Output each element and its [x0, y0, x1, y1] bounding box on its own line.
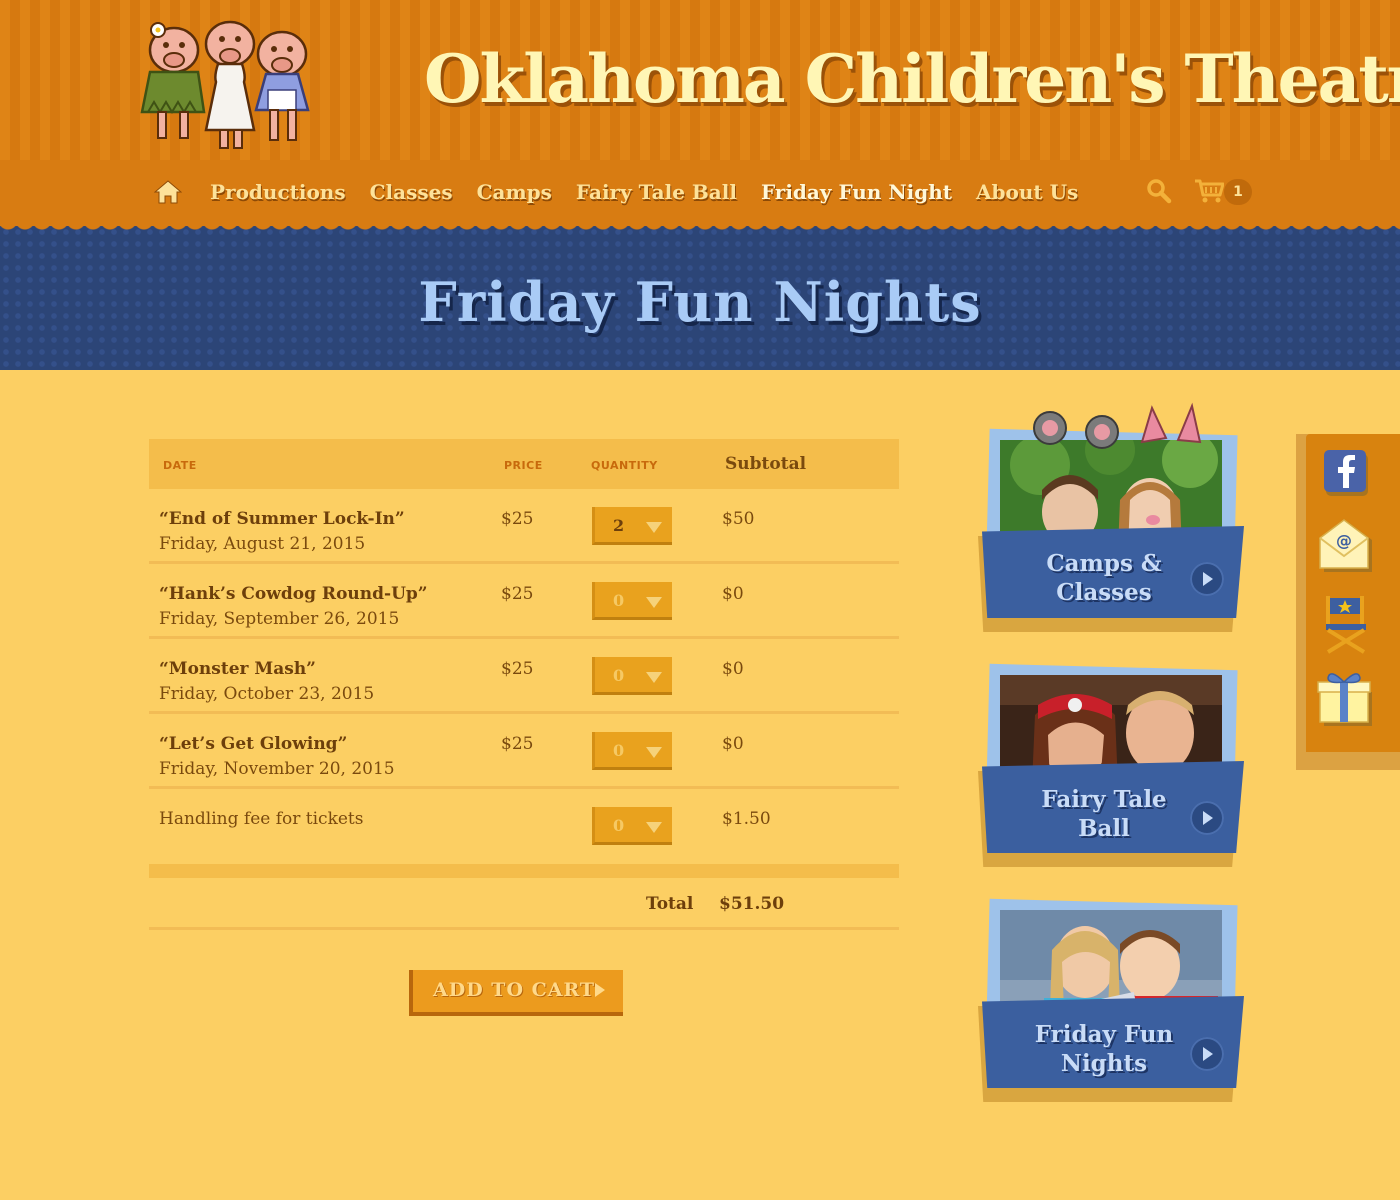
- promo-title-line: Camps &: [1046, 550, 1162, 577]
- event-subtotal: $50: [722, 509, 755, 529]
- mouse-ears-icon: [1033, 402, 1202, 449]
- add-to-cart-label: ADD TO CART: [433, 979, 596, 1001]
- table-header: DATE PRICE QUANTITY Subtotal: [149, 439, 899, 489]
- event-subtotal: $0: [722, 734, 744, 754]
- table-row: “Hank’s Cowdog Round-Up” Friday, Septemb…: [149, 564, 899, 639]
- nav-item-camps[interactable]: Camps: [477, 180, 552, 204]
- pigs-mascot-icon: [140, 20, 310, 149]
- quantity-select[interactable]: 2: [592, 507, 672, 545]
- directors-chair-icon[interactable]: [1318, 590, 1374, 658]
- nav-item-about-us[interactable]: About Us: [976, 180, 1078, 204]
- column-header-price: PRICE: [504, 459, 543, 472]
- quantity-value: 0: [613, 666, 625, 685]
- event-date: Friday, September 26, 2015: [159, 609, 400, 629]
- play-circle-icon[interactable]: [1190, 562, 1224, 596]
- column-header-subtotal: Subtotal: [725, 454, 807, 474]
- total-row: Total $51.50: [149, 878, 899, 930]
- quantity-value: 0: [613, 741, 625, 760]
- total-label: Total: [646, 894, 694, 914]
- quantity-value: 0: [613, 591, 625, 610]
- play-circle-icon[interactable]: [1190, 1037, 1224, 1071]
- quantity-value: 2: [613, 516, 625, 535]
- promo-title-line: Classes: [1056, 579, 1152, 606]
- event-subtotal: $0: [722, 584, 744, 604]
- handling-fee-label: Handling fee for tickets: [159, 809, 364, 829]
- navbar-scallop-edge: [0, 220, 1400, 236]
- event-title: “End of Summer Lock-In”: [159, 509, 405, 529]
- total-value: $51.50: [719, 894, 785, 914]
- promo-camps-classes[interactable]: Camps & Classes: [972, 402, 1252, 640]
- table-row: “End of Summer Lock-In” Friday, August 2…: [149, 489, 899, 564]
- quantity-select[interactable]: 0: [592, 807, 672, 845]
- ticket-table: DATE PRICE QUANTITY Subtotal “End of Sum…: [149, 439, 899, 930]
- event-price: $25: [501, 659, 534, 679]
- site-title: Oklahoma Children's Theatre: [424, 40, 1400, 118]
- promo-title: Friday Fun Nights: [1004, 1020, 1204, 1078]
- promo-title: Fairy Tale Ball: [1004, 785, 1204, 843]
- cart-icon[interactable]: [1194, 178, 1225, 208]
- handling-fee-subtotal: $1.50: [722, 809, 771, 829]
- quantity-value: 0: [613, 816, 625, 835]
- nav-item-productions[interactable]: Productions: [210, 180, 346, 204]
- cart-count-badge[interactable]: 1: [1224, 179, 1252, 205]
- column-header-quantity: QUANTITY: [591, 459, 658, 472]
- play-circle-icon[interactable]: [1190, 801, 1224, 835]
- promo-title: Camps & Classes: [1004, 549, 1204, 607]
- quantity-select[interactable]: 0: [592, 732, 672, 770]
- home-icon[interactable]: [150, 172, 186, 212]
- event-price: $25: [501, 509, 534, 529]
- chevron-down-icon: [646, 597, 662, 608]
- event-price: $25: [501, 584, 534, 604]
- promo-fairy-tale-ball[interactable]: Fairy Tale Ball: [972, 645, 1252, 875]
- svg-text:@: @: [1336, 531, 1352, 550]
- table-divider: [149, 864, 899, 878]
- add-to-cart-button[interactable]: ADD TO CART: [409, 970, 623, 1016]
- promo-title-line: Ball: [1078, 815, 1130, 842]
- nav-item-classes[interactable]: Classes: [370, 180, 453, 204]
- event-title: “Monster Mash”: [159, 659, 316, 679]
- page-title: Friday Fun Nights: [418, 270, 982, 334]
- table-row: “Let’s Get Glowing” Friday, November 20,…: [149, 714, 899, 789]
- quantity-select[interactable]: 0: [592, 582, 672, 620]
- site-logo[interactable]: Oklahoma Children's Theatre: [122, 12, 1400, 157]
- chevron-down-icon: [646, 822, 662, 833]
- event-title: “Hank’s Cowdog Round-Up”: [159, 584, 428, 604]
- gift-icon[interactable]: [1316, 668, 1376, 732]
- search-icon[interactable]: [1146, 178, 1172, 208]
- promo-title-line: Nights: [1060, 1050, 1148, 1077]
- event-title: “Let’s Get Glowing”: [159, 734, 348, 754]
- handling-fee-row: Handling fee for tickets 0 $1.50: [149, 789, 899, 864]
- facebook-icon[interactable]: [1322, 448, 1370, 500]
- chevron-down-icon: [646, 672, 662, 683]
- email-icon[interactable]: @: [1318, 516, 1374, 576]
- event-date: Friday, November 20, 2015: [159, 759, 395, 779]
- event-subtotal: $0: [722, 659, 744, 679]
- table-row: “Monster Mash” Friday, October 23, 2015 …: [149, 639, 899, 714]
- main-nav: Productions Classes Camps Fairy Tale Bal…: [150, 172, 1078, 212]
- event-date: Friday, August 21, 2015: [159, 534, 366, 554]
- nav-item-friday-fun-night[interactable]: Friday Fun Night: [761, 180, 952, 204]
- column-header-date: DATE: [163, 459, 197, 472]
- nav-item-fairy-tale-ball[interactable]: Fairy Tale Ball: [576, 180, 737, 204]
- event-price: $25: [501, 734, 534, 754]
- promo-title-line: Fairy Tale: [1041, 786, 1167, 813]
- chevron-down-icon: [646, 522, 662, 533]
- promo-title-line: Friday Fun: [1034, 1021, 1174, 1048]
- chevron-down-icon: [646, 747, 662, 758]
- play-arrow-icon: [595, 983, 605, 997]
- event-date: Friday, October 23, 2015: [159, 684, 375, 704]
- quantity-select[interactable]: 0: [592, 657, 672, 695]
- promo-friday-fun-nights[interactable]: Friday Fun Nights: [972, 880, 1252, 1110]
- site-header: Oklahoma Children's Theatre: [0, 0, 1400, 160]
